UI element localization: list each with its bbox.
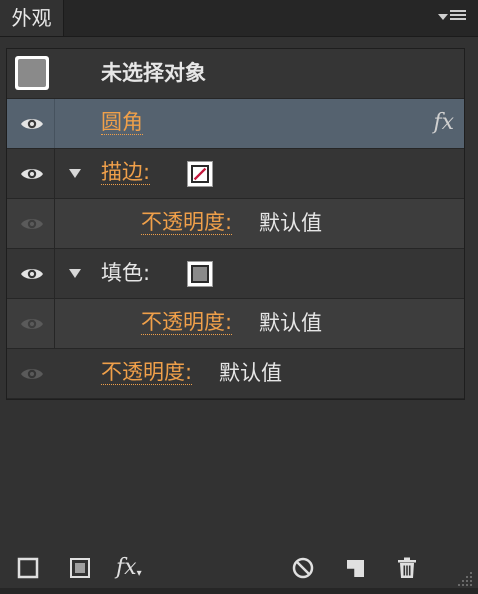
eye-icon-dimmed: [21, 219, 43, 229]
eye-icon-dimmed: [21, 369, 43, 379]
appearance-panel: 外观 未选择对象 圆角 fx 描边: 不透明度: 默认值 填色: 不透明度: 默…: [0, 0, 478, 594]
stroke-swatch[interactable]: [187, 161, 213, 187]
opacity-link[interactable]: 不透明度:: [101, 361, 193, 385]
effect-row-round-corners[interactable]: 圆角 fx: [7, 99, 464, 149]
visibility-toggle[interactable]: [7, 299, 55, 348]
chevron-down-icon: [438, 14, 448, 20]
stroke-row[interactable]: 描边:: [7, 149, 464, 199]
stroke-link[interactable]: 描边:: [101, 161, 151, 185]
add-new-effect-button[interactable]: fx▾: [116, 556, 156, 580]
visibility-toggle[interactable]: [7, 99, 55, 148]
eye-icon: [21, 269, 43, 279]
opacity-value: 默认值: [259, 211, 322, 235]
object-opacity-row[interactable]: 不透明度: 默认值: [7, 349, 464, 399]
visibility-toggle[interactable]: [7, 199, 55, 248]
stroke-opacity-row[interactable]: 不透明度: 默认值: [7, 199, 464, 249]
opacity-link[interactable]: 不透明度:: [141, 211, 233, 235]
appearance-list: 未选择对象 圆角 fx 描边: 不透明度: 默认值 填色: 不透明度: 默认值 …: [6, 48, 465, 400]
opacity-link[interactable]: 不透明度:: [141, 311, 233, 335]
panel-bottom-edge: [0, 588, 478, 594]
fill-opacity-row[interactable]: 不透明度: 默认值: [7, 299, 464, 349]
tab-appearance[interactable]: 外观: [0, 0, 64, 36]
panel-footer-toolbar: fx▾: [0, 548, 478, 588]
panel-menu-button[interactable]: [438, 8, 468, 28]
opacity-value: 默认值: [219, 361, 282, 385]
trash-icon[interactable]: [395, 556, 419, 580]
eye-icon: [21, 169, 43, 179]
visibility-toggle[interactable]: [7, 149, 55, 198]
object-thumbnail: [15, 56, 49, 90]
fx-icon[interactable]: fx: [433, 109, 454, 137]
add-new-stroke-button[interactable]: [16, 556, 40, 580]
clear-appearance-button[interactable]: [291, 556, 315, 580]
fill-row[interactable]: 填色:: [7, 249, 464, 299]
stroke-none-icon: [191, 165, 209, 183]
disclosure-triangle-icon[interactable]: [69, 169, 81, 178]
fill-label: 填色:: [101, 261, 151, 285]
opacity-value: 默认值: [259, 311, 322, 335]
panel-tabbar: 外观: [0, 0, 478, 37]
chevron-down-icon: ▾: [136, 568, 142, 579]
add-new-fill-button[interactable]: [68, 556, 92, 580]
object-summary-row: 未选择对象: [7, 49, 464, 99]
fill-swatch[interactable]: [187, 261, 213, 287]
menu-icon: [450, 10, 466, 24]
eye-icon: [21, 119, 43, 129]
resize-grip-icon[interactable]: [456, 570, 474, 588]
object-title: 未选择对象: [101, 61, 206, 85]
fx-icon: fx: [116, 555, 137, 580]
duplicate-item-button[interactable]: [343, 556, 367, 580]
visibility-toggle[interactable]: [7, 249, 55, 298]
visibility-toggle[interactable]: [7, 349, 55, 398]
eye-icon-dimmed: [21, 319, 43, 329]
disclosure-triangle-icon[interactable]: [69, 269, 81, 278]
effect-link[interactable]: 圆角: [101, 111, 143, 135]
